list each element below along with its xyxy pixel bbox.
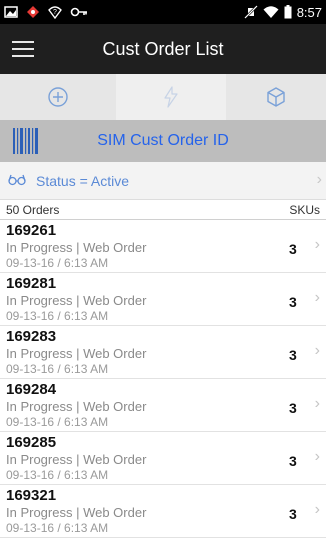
chevron-right-icon: › xyxy=(316,171,322,188)
quick-action-button[interactable] xyxy=(116,74,226,120)
order-skus: 3 xyxy=(289,294,297,310)
chevron-right-icon: › xyxy=(314,448,320,465)
inventory-button[interactable] xyxy=(226,74,326,120)
order-status: In Progress | Web Order xyxy=(6,505,147,520)
scan-field[interactable]: SIM Cust Order ID xyxy=(0,120,326,162)
key-icon xyxy=(70,7,87,17)
list-item[interactable]: 169284 In Progress | Web Order 09-13-16 … xyxy=(0,379,326,432)
order-id: 169284 xyxy=(6,381,57,398)
status-time: 8:57 xyxy=(296,4,322,20)
scan-label: SIM Cust Order ID xyxy=(97,132,229,149)
app-bar: Cust Order List xyxy=(0,24,326,74)
page-title: Cust Order List xyxy=(102,39,224,59)
filter-row[interactable]: Status = Active › xyxy=(0,162,326,200)
order-id: 169321 xyxy=(6,487,57,504)
order-status: In Progress | Web Order xyxy=(6,346,147,361)
order-status: In Progress | Web Order xyxy=(6,240,147,255)
chevron-right-icon: › xyxy=(314,236,320,253)
mute-icon xyxy=(243,5,258,19)
orders-count: 50 Orders xyxy=(6,203,60,217)
order-skus: 3 xyxy=(289,506,297,522)
order-id: 169283 xyxy=(6,328,57,345)
list-item[interactable]: 169285 In Progress | Web Order 09-13-16 … xyxy=(0,432,326,485)
chevron-right-icon: › xyxy=(314,342,320,359)
list-header: 50 Orders SKUs xyxy=(0,200,326,220)
image-icon xyxy=(4,6,18,18)
help-icon: ? xyxy=(48,6,62,19)
chevron-right-icon: › xyxy=(314,501,320,518)
svg-text:?: ? xyxy=(53,9,57,16)
order-date: 09-13-16 / 6:13 AM xyxy=(6,521,109,535)
order-date: 09-13-16 / 6:13 AM xyxy=(6,415,109,429)
order-id: 169285 xyxy=(6,434,57,451)
list-item[interactable]: 169321 In Progress | Web Order 09-13-16 … xyxy=(0,485,326,538)
order-status: In Progress | Web Order xyxy=(6,293,147,308)
battery-icon xyxy=(284,5,292,19)
order-skus: 3 xyxy=(289,400,297,416)
list-item[interactable]: 169283 In Progress | Web Order 09-13-16 … xyxy=(0,326,326,379)
order-date: 09-13-16 / 6:13 AM xyxy=(6,468,109,482)
status-bar: ? 8:57 xyxy=(0,0,326,24)
lightning-icon xyxy=(164,86,178,108)
add-button[interactable] xyxy=(0,74,116,120)
status-bar-left: ? xyxy=(4,3,88,21)
order-id: 169281 xyxy=(6,275,57,292)
glasses-icon xyxy=(8,174,26,186)
order-date: 09-13-16 / 6:13 AM xyxy=(6,362,109,376)
skus-header: SKUs xyxy=(289,203,320,217)
orders-list: 169261 In Progress | Web Order 09-13-16 … xyxy=(0,220,326,538)
order-status: In Progress | Web Order xyxy=(6,452,147,467)
filter-text: Status = Active xyxy=(36,173,129,189)
app-badge-icon xyxy=(27,6,39,18)
action-bar xyxy=(0,74,326,120)
wifi-icon xyxy=(263,6,279,18)
order-skus: 3 xyxy=(289,453,297,469)
status-bar-right: 8:57 xyxy=(243,3,322,21)
order-id: 169261 xyxy=(6,222,57,239)
list-item[interactable]: 169261 In Progress | Web Order 09-13-16 … xyxy=(0,220,326,273)
order-date: 09-13-16 / 6:13 AM xyxy=(6,256,109,270)
order-skus: 3 xyxy=(289,241,297,257)
cube-icon xyxy=(267,87,285,107)
chevron-right-icon: › xyxy=(314,289,320,306)
list-item[interactable]: 169281 In Progress | Web Order 09-13-16 … xyxy=(0,273,326,326)
order-skus: 3 xyxy=(289,347,297,363)
order-status: In Progress | Web Order xyxy=(6,399,147,414)
chevron-right-icon: › xyxy=(314,395,320,412)
order-date: 09-13-16 / 6:13 AM xyxy=(6,309,109,323)
add-circle-icon xyxy=(48,87,68,107)
